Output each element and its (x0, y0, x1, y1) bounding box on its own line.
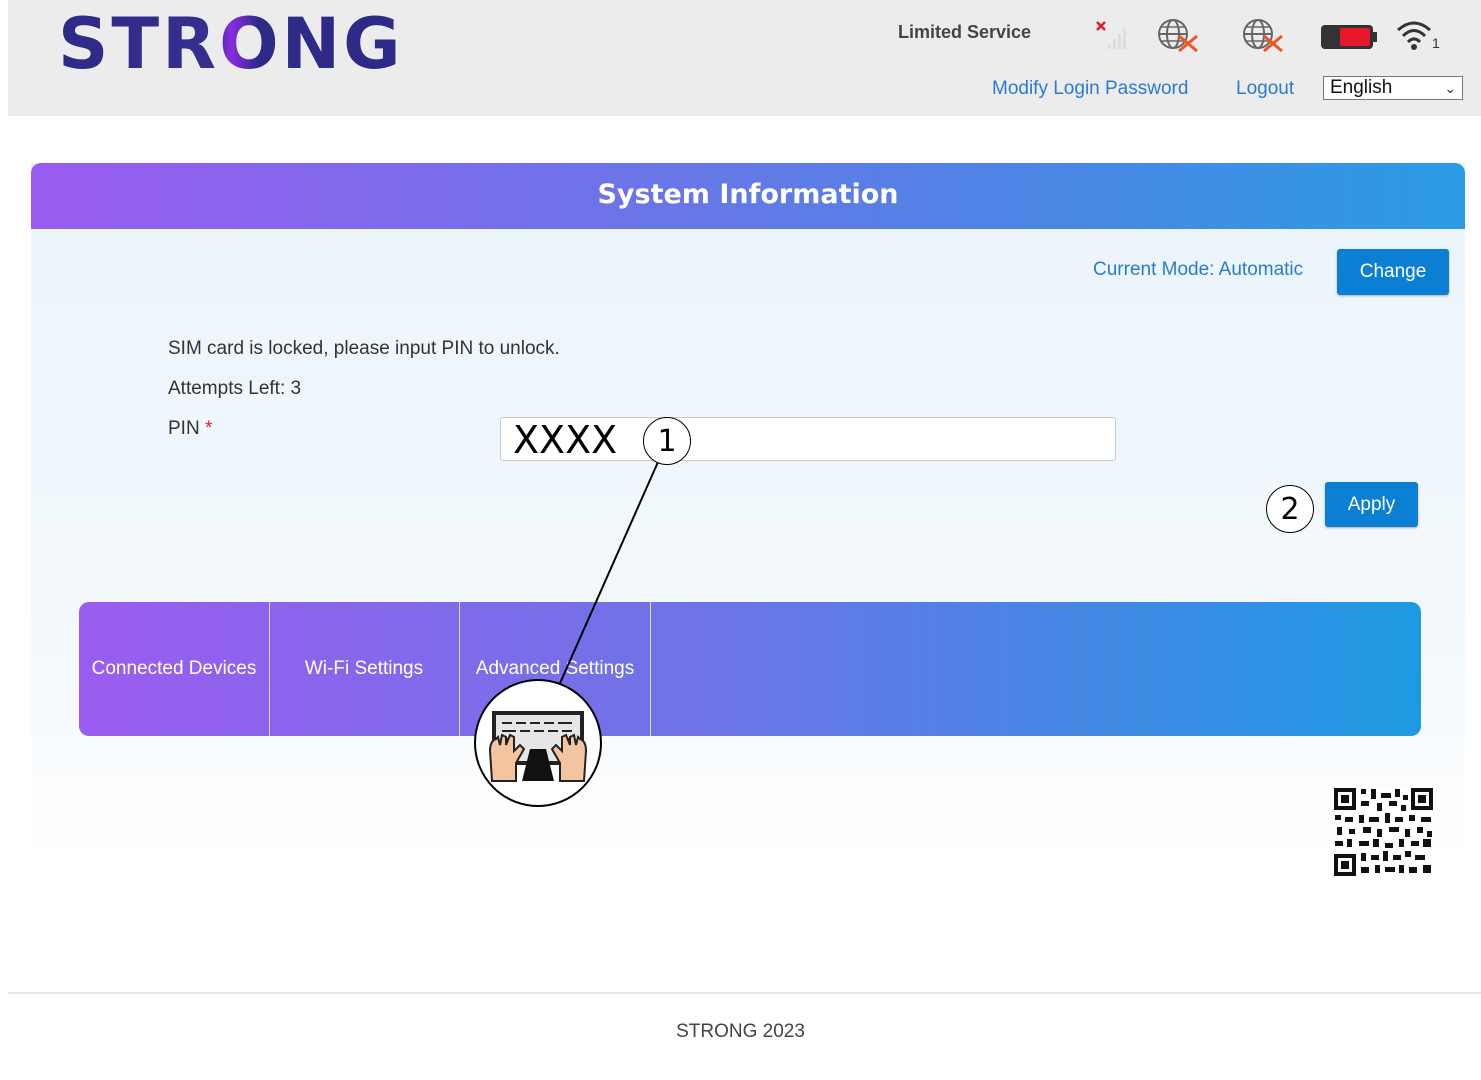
signal-off-icon (1096, 21, 1126, 49)
pin-input[interactable]: XXXX (500, 417, 1116, 462)
nav-connected-devices[interactable]: Connected Devices (79, 602, 270, 736)
apply-button[interactable]: Apply (1325, 482, 1418, 527)
globe-disconnected-icon (1243, 19, 1283, 53)
current-mode-label: Current Mode: Automatic (1093, 259, 1304, 280)
strong-logo: STRONG (58, 3, 404, 85)
change-mode-button[interactable]: Change (1337, 249, 1449, 295)
chevron-down-icon: ⌄ (1444, 80, 1456, 96)
pin-label: PIN * (168, 418, 212, 440)
step-2-callout: 2 (1266, 485, 1314, 533)
logout-link[interactable]: Logout (1236, 78, 1294, 100)
required-marker: * (204, 418, 213, 439)
panel-title: System Information (31, 163, 1465, 229)
nav-wifi-settings[interactable]: Wi-Fi Settings (269, 602, 460, 736)
sim-locked-message: SIM card is locked, please input PIN to … (168, 338, 560, 359)
attempts-left: Attempts Left: 3 (168, 378, 302, 399)
step-1-callout: 1 (643, 417, 691, 465)
pin-label-text: PIN (168, 418, 200, 439)
language-value: English (1330, 77, 1393, 98)
qr-code-icon (1333, 787, 1434, 877)
globe-disconnected-icon (1158, 19, 1198, 53)
footer-divider (8, 992, 1481, 994)
language-select[interactable]: English ⌄ (1323, 76, 1463, 100)
bottom-nav: Connected Devices Wi-Fi Settings Advance… (79, 602, 1421, 736)
wifi-icon: 1 (1397, 21, 1440, 51)
modify-password-link[interactable]: Modify Login Password (992, 78, 1188, 100)
network-status: Limited Service (898, 22, 1032, 42)
footer-copyright: STRONG 2023 (676, 1021, 805, 1042)
battery-icon (1321, 25, 1377, 49)
keyboard-typing-icon (474, 679, 602, 807)
wifi-clients-count: 1 (1432, 35, 1440, 51)
